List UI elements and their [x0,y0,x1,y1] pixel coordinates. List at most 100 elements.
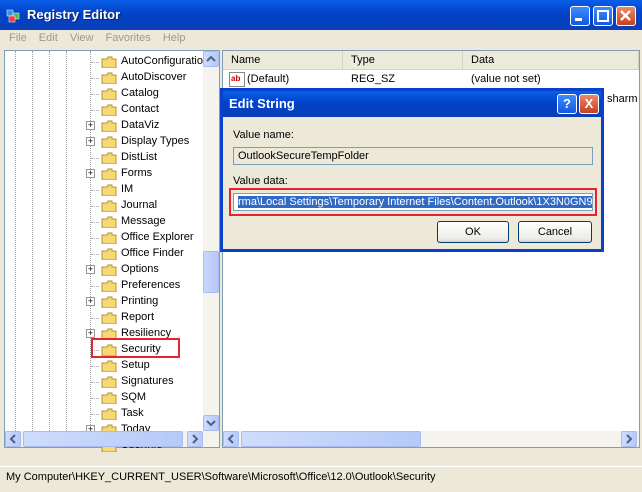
tree-item[interactable]: Office Explorer [5,230,201,246]
tree-item[interactable]: AutoDiscover [5,70,201,86]
scroll-left-button[interactable] [223,431,239,447]
tree-item[interactable]: Signatures [5,374,201,390]
tree-item[interactable]: + Options [5,262,201,278]
help-button[interactable]: ? [557,94,577,114]
tree-item[interactable]: Setup [5,358,201,374]
tree-branch-line [91,238,99,239]
chevron-right-icon [192,434,199,444]
scroll-thumb[interactable] [203,251,219,293]
tree-item-label: AutoConfiguratio [121,55,203,67]
tree-item-label: Office Finder [121,247,184,259]
expand-icon[interactable]: + [86,297,95,306]
dialog-title-bar[interactable]: Edit String ? X [223,91,601,117]
tree-branch-line [91,414,99,415]
tree-item[interactable]: Preferences [5,278,201,294]
scroll-up-button[interactable] [203,51,219,67]
dialog-title: Edit String [229,96,295,111]
horizontal-scroll-thumb[interactable] [241,431,421,447]
menu-view[interactable]: View [70,32,94,44]
column-type[interactable]: Type [343,51,463,69]
tree-item[interactable]: AutoConfiguratio [5,54,203,70]
tree-branch-line [91,286,99,287]
tree-vertical-scrollbar[interactable] [203,51,219,447]
cancel-button[interactable]: Cancel [518,221,592,243]
close-button[interactable] [616,6,636,26]
tree-item-label: Office Explorer [121,231,194,243]
tree-item[interactable]: + DataViz [5,118,201,134]
tree-item[interactable]: Office Finder [5,246,201,262]
tree-item-label: AutoDiscover [121,71,187,83]
folder-icon [101,200,117,212]
value-name-label: Value name: [233,129,294,141]
expand-icon[interactable]: + [86,169,95,178]
tree-item[interactable]: + Printing [5,294,201,310]
ok-button[interactable]: OK [437,221,509,243]
tree-branch-line [91,222,99,223]
key-tree[interactable]: AutoConfiguratio AutoDiscover Catalog Conta… [4,50,220,452]
expand-icon[interactable]: + [86,329,95,338]
tree-item-label: SQM [121,391,147,403]
folder-icon [101,72,117,84]
minimize-icon [575,18,582,21]
folder-icon [101,408,117,420]
tree-item[interactable]: Catalog [5,86,201,102]
title-bar[interactable]: Registry Editor [0,0,642,30]
status-key-path: My Computer\HKEY_CURRENT_USER\Software\M… [6,471,436,483]
tree-item[interactable]: Report [5,310,201,326]
column-name[interactable]: Name [223,51,343,69]
value-data: sharm [607,93,638,105]
maximize-button[interactable] [593,6,613,26]
menu-favorites[interactable]: Favorites [106,32,151,44]
tree-item[interactable]: + Forms [5,166,201,182]
tree-item[interactable]: Task [5,406,201,422]
tree-item[interactable]: + Display Types [5,134,201,150]
tree-item-label: Catalog [121,87,159,99]
tree-item[interactable]: DistList [5,150,201,166]
minimize-button[interactable] [570,6,590,26]
scroll-left-button[interactable] [5,431,21,447]
menu-file[interactable]: File [9,32,27,44]
expand-icon[interactable]: + [86,121,95,130]
dialog-close-button[interactable]: X [579,94,599,114]
value-name-text: OutlookSecureTempFolder [238,150,369,162]
tree-branch-line [91,190,99,191]
expand-icon[interactable]: + [86,265,95,274]
window-title: Registry Editor [27,7,121,22]
folder-icon [101,280,117,292]
chevron-left-icon [227,434,234,444]
scroll-right-button[interactable] [187,431,203,447]
chevron-right-icon [626,434,633,444]
tree-branch-line [91,158,99,159]
tree-item[interactable]: Message [5,214,201,230]
horizontal-scroll-thumb[interactable] [23,431,183,447]
folder-icon [101,216,117,228]
tree-branch-line [91,254,99,255]
tree-item-label: Message [121,215,166,227]
scroll-down-button[interactable] [203,415,219,431]
folder-icon [101,376,117,388]
column-data[interactable]: Data [463,51,639,69]
help-icon: ? [563,96,571,111]
tree-item[interactable]: IM [5,182,201,198]
folder-icon [101,88,117,100]
folder-icon [101,248,117,260]
menu-edit[interactable]: Edit [39,32,58,44]
tree-horizontal-scrollbar[interactable] [5,431,203,447]
scroll-right-button[interactable] [621,431,637,447]
tree-item[interactable]: Contact [5,102,201,118]
tree-item-label: Printing [121,295,159,307]
tree-item-label: Report [121,311,155,323]
menu-help[interactable]: Help [163,32,186,44]
chevron-left-icon [9,434,16,444]
tree-item-label: IM [121,183,134,195]
tree-item[interactable]: Journal [5,198,201,214]
tree-branch-line [91,318,99,319]
list-horizontal-scrollbar[interactable] [223,431,639,447]
value-name: (Default) [247,73,290,85]
value-data: (value not set) [471,73,541,85]
expand-icon[interactable]: + [86,137,95,146]
folder-icon [101,120,117,132]
list-row[interactable]: ab (Default) REG_SZ (value not set) [223,72,639,88]
tree-item-label: Task [121,407,144,419]
tree-item[interactable]: SQM [5,390,201,406]
